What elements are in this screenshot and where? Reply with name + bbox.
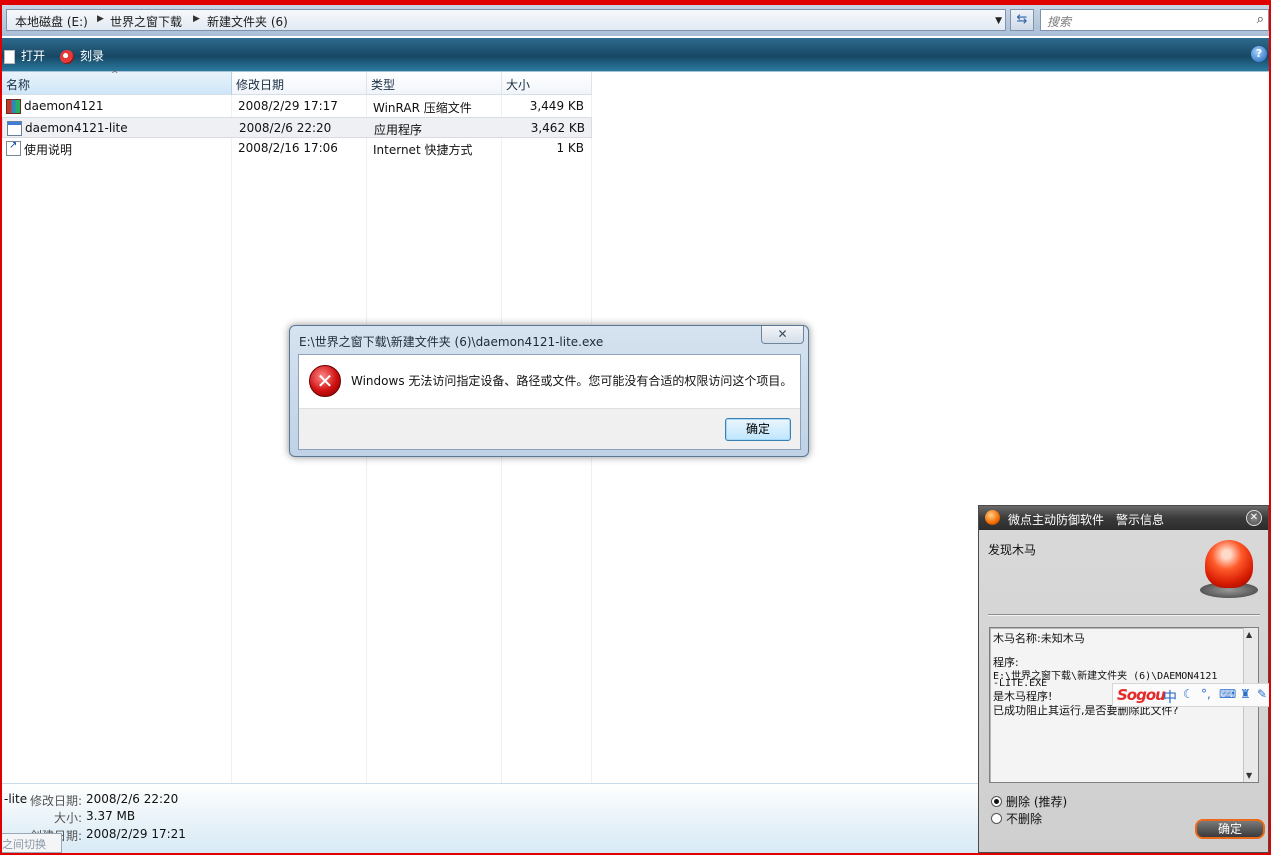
breadcrumb-download-folder[interactable]: 世界之窗下载 xyxy=(110,13,182,30)
skin-icon[interactable]: ♜ xyxy=(1240,687,1251,701)
close-icon: ✕ xyxy=(777,327,788,341)
file-row-selected[interactable]: daemon4121-lite 2008/2/6 22:20 应用程序 3,46… xyxy=(2,117,592,138)
security-ok-button[interactable]: 确定 xyxy=(1195,819,1265,839)
radio-delete[interactable]: 删除 (推荐) xyxy=(991,793,1067,810)
file-type: WinRAR 压缩文件 xyxy=(373,101,472,115)
refresh-button[interactable]: ⇆ xyxy=(1010,9,1034,31)
column-header-name[interactable]: 名称 ^ xyxy=(2,70,232,95)
file-size: 3,462 KB xyxy=(530,121,585,135)
antivirus-logo-icon xyxy=(985,510,1000,525)
security-alert-window: 微点主动防御软件 警示信息 ✕ 发现木马 木马名称:未知木马 程序: E:\世界… xyxy=(978,505,1269,853)
burn-label: 刻录 xyxy=(80,49,105,63)
sort-ascending-icon: ^ xyxy=(111,70,119,80)
radio-keep[interactable]: 不删除 xyxy=(991,810,1042,827)
ime-toolbar: Sogou 中 ☾ °, ⌨ ♜ ✎ xyxy=(1112,683,1271,707)
radio-delete-label: 删除 (推荐) xyxy=(1006,795,1068,809)
moon-icon[interactable]: ☾ xyxy=(1183,687,1194,701)
column-header-modified[interactable]: 修改日期 xyxy=(232,72,367,95)
details-file-name: -lite xyxy=(4,792,28,806)
divider xyxy=(988,614,1260,616)
radio-selected-icon xyxy=(991,796,1002,807)
file-modified: 2008/2/6 22:20 xyxy=(239,121,332,135)
wrench-icon[interactable]: ✎ xyxy=(1257,687,1267,701)
search-icon[interactable]: ⌕ xyxy=(1257,12,1264,27)
column-divider xyxy=(231,95,232,783)
details-modified-label: 修改日期: xyxy=(30,794,83,808)
security-alert-titlebar: 微点主动防御软件 警示信息 ✕ xyxy=(979,506,1268,530)
document-icon xyxy=(4,49,15,64)
ok-button[interactable]: 确定 xyxy=(725,418,791,441)
open-label: 打开 xyxy=(21,49,46,63)
ime-mode-toggle[interactable]: 中 xyxy=(1163,687,1177,707)
file-name: 使用说明 xyxy=(24,143,73,157)
breadcrumb-separator-icon[interactable]: ▶ xyxy=(193,14,200,24)
details-created-value: 2008/2/29 17:21 xyxy=(86,827,186,841)
burn-button[interactable]: 刻录 xyxy=(60,47,104,64)
application-exe-icon xyxy=(7,121,22,136)
error-dialog-body: ✕ Windows 无法访问指定设备、路径或文件。您可能没有合适的权限访问这个项… xyxy=(298,354,801,450)
file-name: daemon4121-lite xyxy=(25,121,128,135)
disc-burn-icon xyxy=(60,49,74,64)
address-bar-area: 本地磁盘 (E:) ▶ 世界之窗下载 ▶ 新建文件夹 (6) ▼ ⇆ 搜索 ⌕ xyxy=(2,5,1269,36)
column-header-size[interactable]: 大小 xyxy=(502,72,592,95)
error-icon: ✕ xyxy=(309,365,341,397)
error-dialog-footer: 确定 xyxy=(299,408,800,449)
radio-unselected-icon xyxy=(991,813,1002,824)
scroll-down-icon[interactable]: ▼ xyxy=(1246,771,1252,780)
punctuation-icon[interactable]: °, xyxy=(1201,687,1211,701)
keyboard-icon[interactable]: ⌨ xyxy=(1219,687,1236,701)
close-button[interactable]: ✕ xyxy=(761,326,804,344)
winrar-archive-icon xyxy=(6,99,21,114)
file-row[interactable]: 使用说明 2008/2/16 17:06 Internet 快捷方式 1 KB xyxy=(2,138,592,159)
details-size-value: 3.37 MB xyxy=(86,809,136,823)
column-header-name-label: 名称 xyxy=(6,78,31,92)
file-row[interactable]: daemon4121 2008/2/29 17:17 WinRAR 压缩文件 3… xyxy=(2,96,592,117)
column-header-modified-label: 修改日期 xyxy=(236,78,285,92)
trojan-found-label: 发现木马 xyxy=(988,543,1037,557)
error-dialog-title: E:\世界之窗下载\新建文件夹 (6)\daemon4121-lite.exe xyxy=(299,335,604,349)
column-header-type[interactable]: 类型 xyxy=(367,72,502,95)
internet-shortcut-icon xyxy=(6,140,21,156)
scroll-up-icon[interactable]: ▲ xyxy=(1246,630,1252,639)
address-dropdown-icon[interactable]: ▼ xyxy=(995,16,1002,26)
file-modified: 2008/2/29 17:17 xyxy=(238,99,338,113)
security-alert-title: 微点主动防御软件 警示信息 xyxy=(1008,513,1165,527)
radio-keep-label: 不删除 xyxy=(1006,812,1043,826)
file-size: 3,449 KB xyxy=(529,99,584,113)
address-bar[interactable]: 本地磁盘 (E:) ▶ 世界之窗下载 ▶ 新建文件夹 (6) ▼ xyxy=(6,9,1006,31)
details-modified-value: 2008/2/6 22:20 xyxy=(86,792,179,806)
help-icon[interactable]: ? xyxy=(1251,46,1267,62)
breadcrumb-drive[interactable]: 本地磁盘 (E:) xyxy=(15,13,88,30)
alarm-siren-icon xyxy=(1200,538,1258,600)
file-modified: 2008/2/16 17:06 xyxy=(238,141,338,155)
breadcrumb-current-folder[interactable]: 新建文件夹 (6) xyxy=(207,13,288,30)
command-bar: 打开 刻录 ? xyxy=(2,38,1269,72)
close-icon[interactable]: ✕ xyxy=(1246,510,1262,526)
file-name: daemon4121 xyxy=(24,99,104,113)
error-message: Windows 无法访问指定设备、路径或文件。您可能没有合适的权限访问这个项目。 xyxy=(351,374,793,388)
search-placeholder: 搜索 xyxy=(1047,15,1072,29)
breadcrumb-separator-icon[interactable]: ▶ xyxy=(97,14,104,24)
trojan-name-text: 木马名称:未知木马 xyxy=(993,632,1085,645)
open-button[interactable]: 打开 xyxy=(4,47,45,64)
column-header-type-label: 类型 xyxy=(371,78,396,92)
sogou-logo[interactable]: Sogou xyxy=(1117,686,1166,704)
error-dialog: E:\世界之窗下载\新建文件夹 (6)\daemon4121-lite.exe … xyxy=(289,325,809,457)
switch-tooltip: 之间切换 xyxy=(0,833,62,853)
column-header-size-label: 大小 xyxy=(506,78,531,92)
file-type: Internet 快捷方式 xyxy=(373,143,473,157)
search-input[interactable]: 搜索 ⌕ xyxy=(1040,9,1269,31)
file-size: 1 KB xyxy=(556,141,584,155)
details-size-label: 大小: xyxy=(54,811,83,825)
file-type: 应用程序 xyxy=(374,123,423,137)
